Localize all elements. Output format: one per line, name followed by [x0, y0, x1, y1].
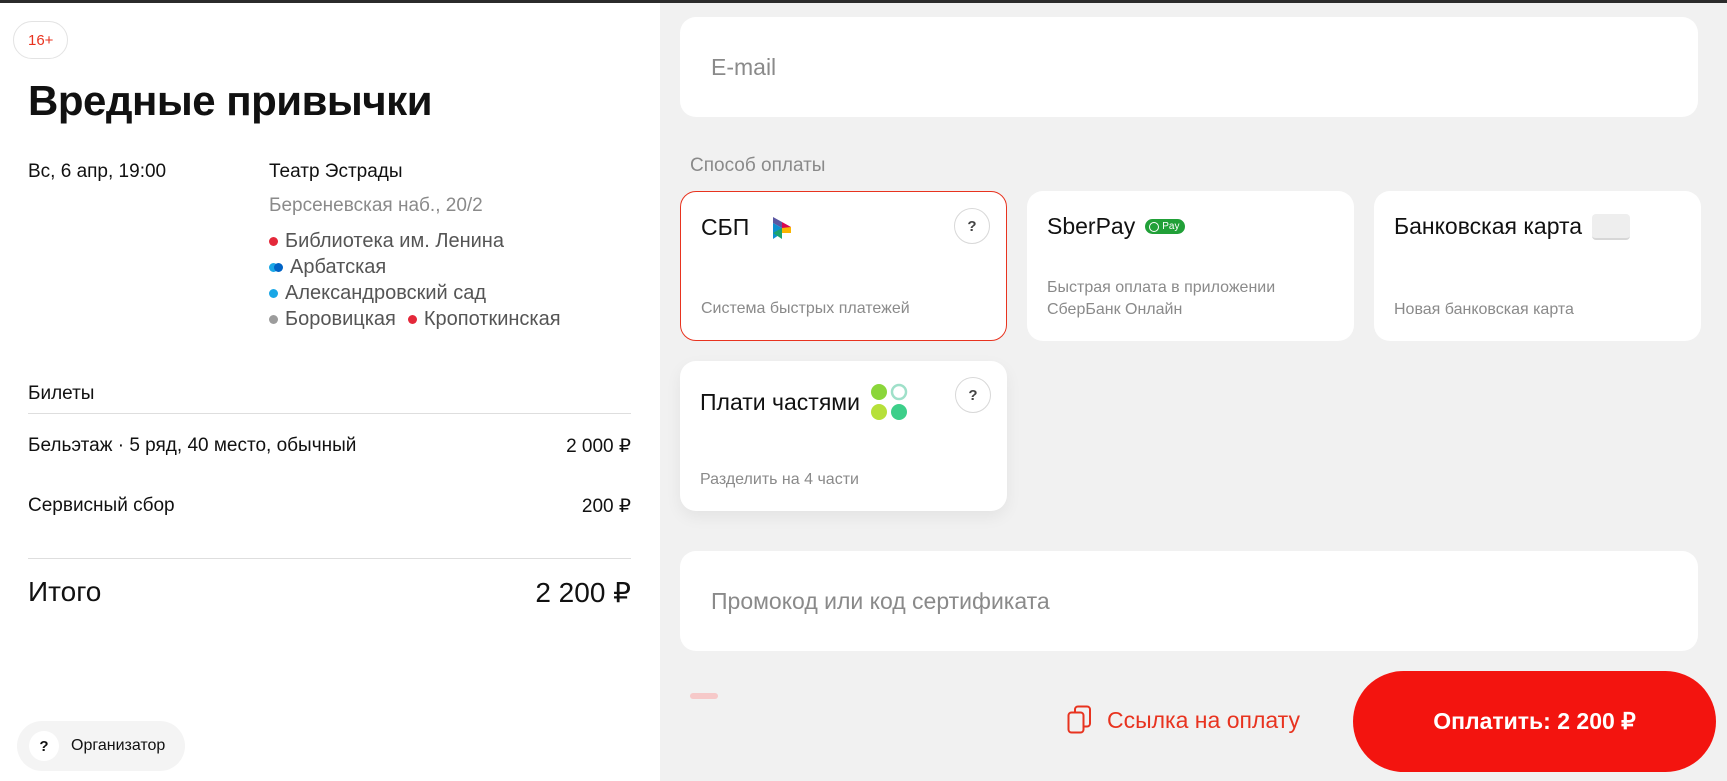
- payment-option-description: Новая банковская карта: [1394, 301, 1574, 318]
- sberpay-logo-icon: Pay: [1145, 219, 1186, 234]
- venue-name: Театр Эстрады: [269, 161, 403, 182]
- payment-link-label: Ссылка на оплату: [1107, 706, 1300, 733]
- metro-station: Библиотека им. Ленина: [269, 230, 504, 253]
- age-rating-badge: 16+: [13, 21, 69, 59]
- divider: [28, 558, 631, 559]
- metro-station: Боровицкая: [269, 308, 396, 331]
- ticket-line-item: Бельэтаж · 5 ряд, 40 место, обычный 2 00…: [28, 435, 631, 458]
- payment-option-sberpay[interactable]: SberPay Pay Быстрая оплата в приложении …: [1027, 191, 1354, 341]
- metro-line-dot-icon: [269, 262, 283, 272]
- promo-code-input[interactable]: [680, 551, 1698, 651]
- order-summary-panel: 16+ Вредные привычки Вс, 6 апр, 19:00 Те…: [0, 3, 660, 781]
- metro-stations: Библиотека им. Ленина Арбатская Александ…: [269, 228, 573, 332]
- payment-option-title: SberPay: [1047, 213, 1136, 239]
- metro-line-dot-icon: [407, 314, 417, 324]
- total-price: 2 200 ₽: [535, 577, 631, 608]
- metro-line-dot-icon: [269, 314, 278, 324]
- service-fee-price: 200 ₽: [581, 496, 631, 517]
- payment-option-bank-card[interactable]: Банковская карта Новая банковская карта: [1374, 191, 1701, 341]
- copy-icon: [1067, 705, 1091, 734]
- payment-method-title: Способ оплаты: [690, 155, 826, 176]
- metro-line-dot-icon: [269, 236, 278, 246]
- sbp-help-button[interactable]: ?: [954, 208, 990, 244]
- metro-station: Кропоткинская: [407, 308, 561, 331]
- payment-option-installments[interactable]: Плати частями ? Разделить на 4 части: [680, 361, 1007, 511]
- installments-logo-icon: [870, 383, 908, 420]
- ticket-description: Бельэтаж · 5 ряд, 40 место, обычный: [28, 435, 357, 456]
- total-line: Итого 2 200 ₽: [28, 576, 631, 609]
- payment-option-title: Плати частями: [700, 388, 860, 415]
- payment-option-title: Банковская карта: [1394, 213, 1583, 239]
- tickets-section-title: Билеты: [28, 383, 95, 404]
- payment-panel: Способ оплаты СБП ? Система быстрых плат…: [660, 3, 1727, 781]
- organizer-button[interactable]: ? Организатор: [17, 721, 186, 771]
- venue-address: Берсеневская наб., 20/2: [269, 195, 483, 216]
- payment-link-button[interactable]: Ссылка на оплату: [1067, 705, 1300, 735]
- ticket-price: 2 000 ₽: [566, 436, 631, 457]
- divider: [28, 413, 631, 414]
- metro-line-dot-icon: [269, 288, 278, 298]
- installments-help-button[interactable]: ?: [955, 377, 991, 413]
- sbp-logo-icon: [773, 216, 792, 239]
- pay-button[interactable]: Оплатить: 2 200 ₽: [1353, 671, 1716, 772]
- payment-option-description: Разделить на 4 части: [700, 471, 859, 488]
- metro-station: Арбатская: [269, 256, 386, 279]
- metro-station: Александровский сад: [269, 282, 486, 305]
- email-input[interactable]: [680, 17, 1698, 117]
- question-icon: ?: [29, 731, 59, 761]
- total-label: Итого: [28, 576, 102, 607]
- payment-option-sbp[interactable]: СБП ? Система быстрых платежей: [680, 191, 1007, 341]
- event-date: Вс, 6 апр, 19:00: [28, 161, 167, 182]
- payment-option-title: СБП: [701, 214, 750, 240]
- event-title: Вредные привычки: [28, 77, 433, 124]
- service-fee-label: Сервисный сбор: [28, 495, 175, 516]
- service-fee-line-item: Сервисный сбор 200 ₽: [28, 495, 631, 518]
- payment-option-description: Быстрая оплата в приложении СберБанк Онл…: [1047, 279, 1276, 318]
- payment-option-description: Система быстрых платежей: [701, 300, 910, 317]
- consent-checkbox[interactable]: [690, 693, 718, 699]
- bank-card-icon: [1592, 213, 1631, 240]
- organizer-label: Организатор: [71, 737, 166, 754]
